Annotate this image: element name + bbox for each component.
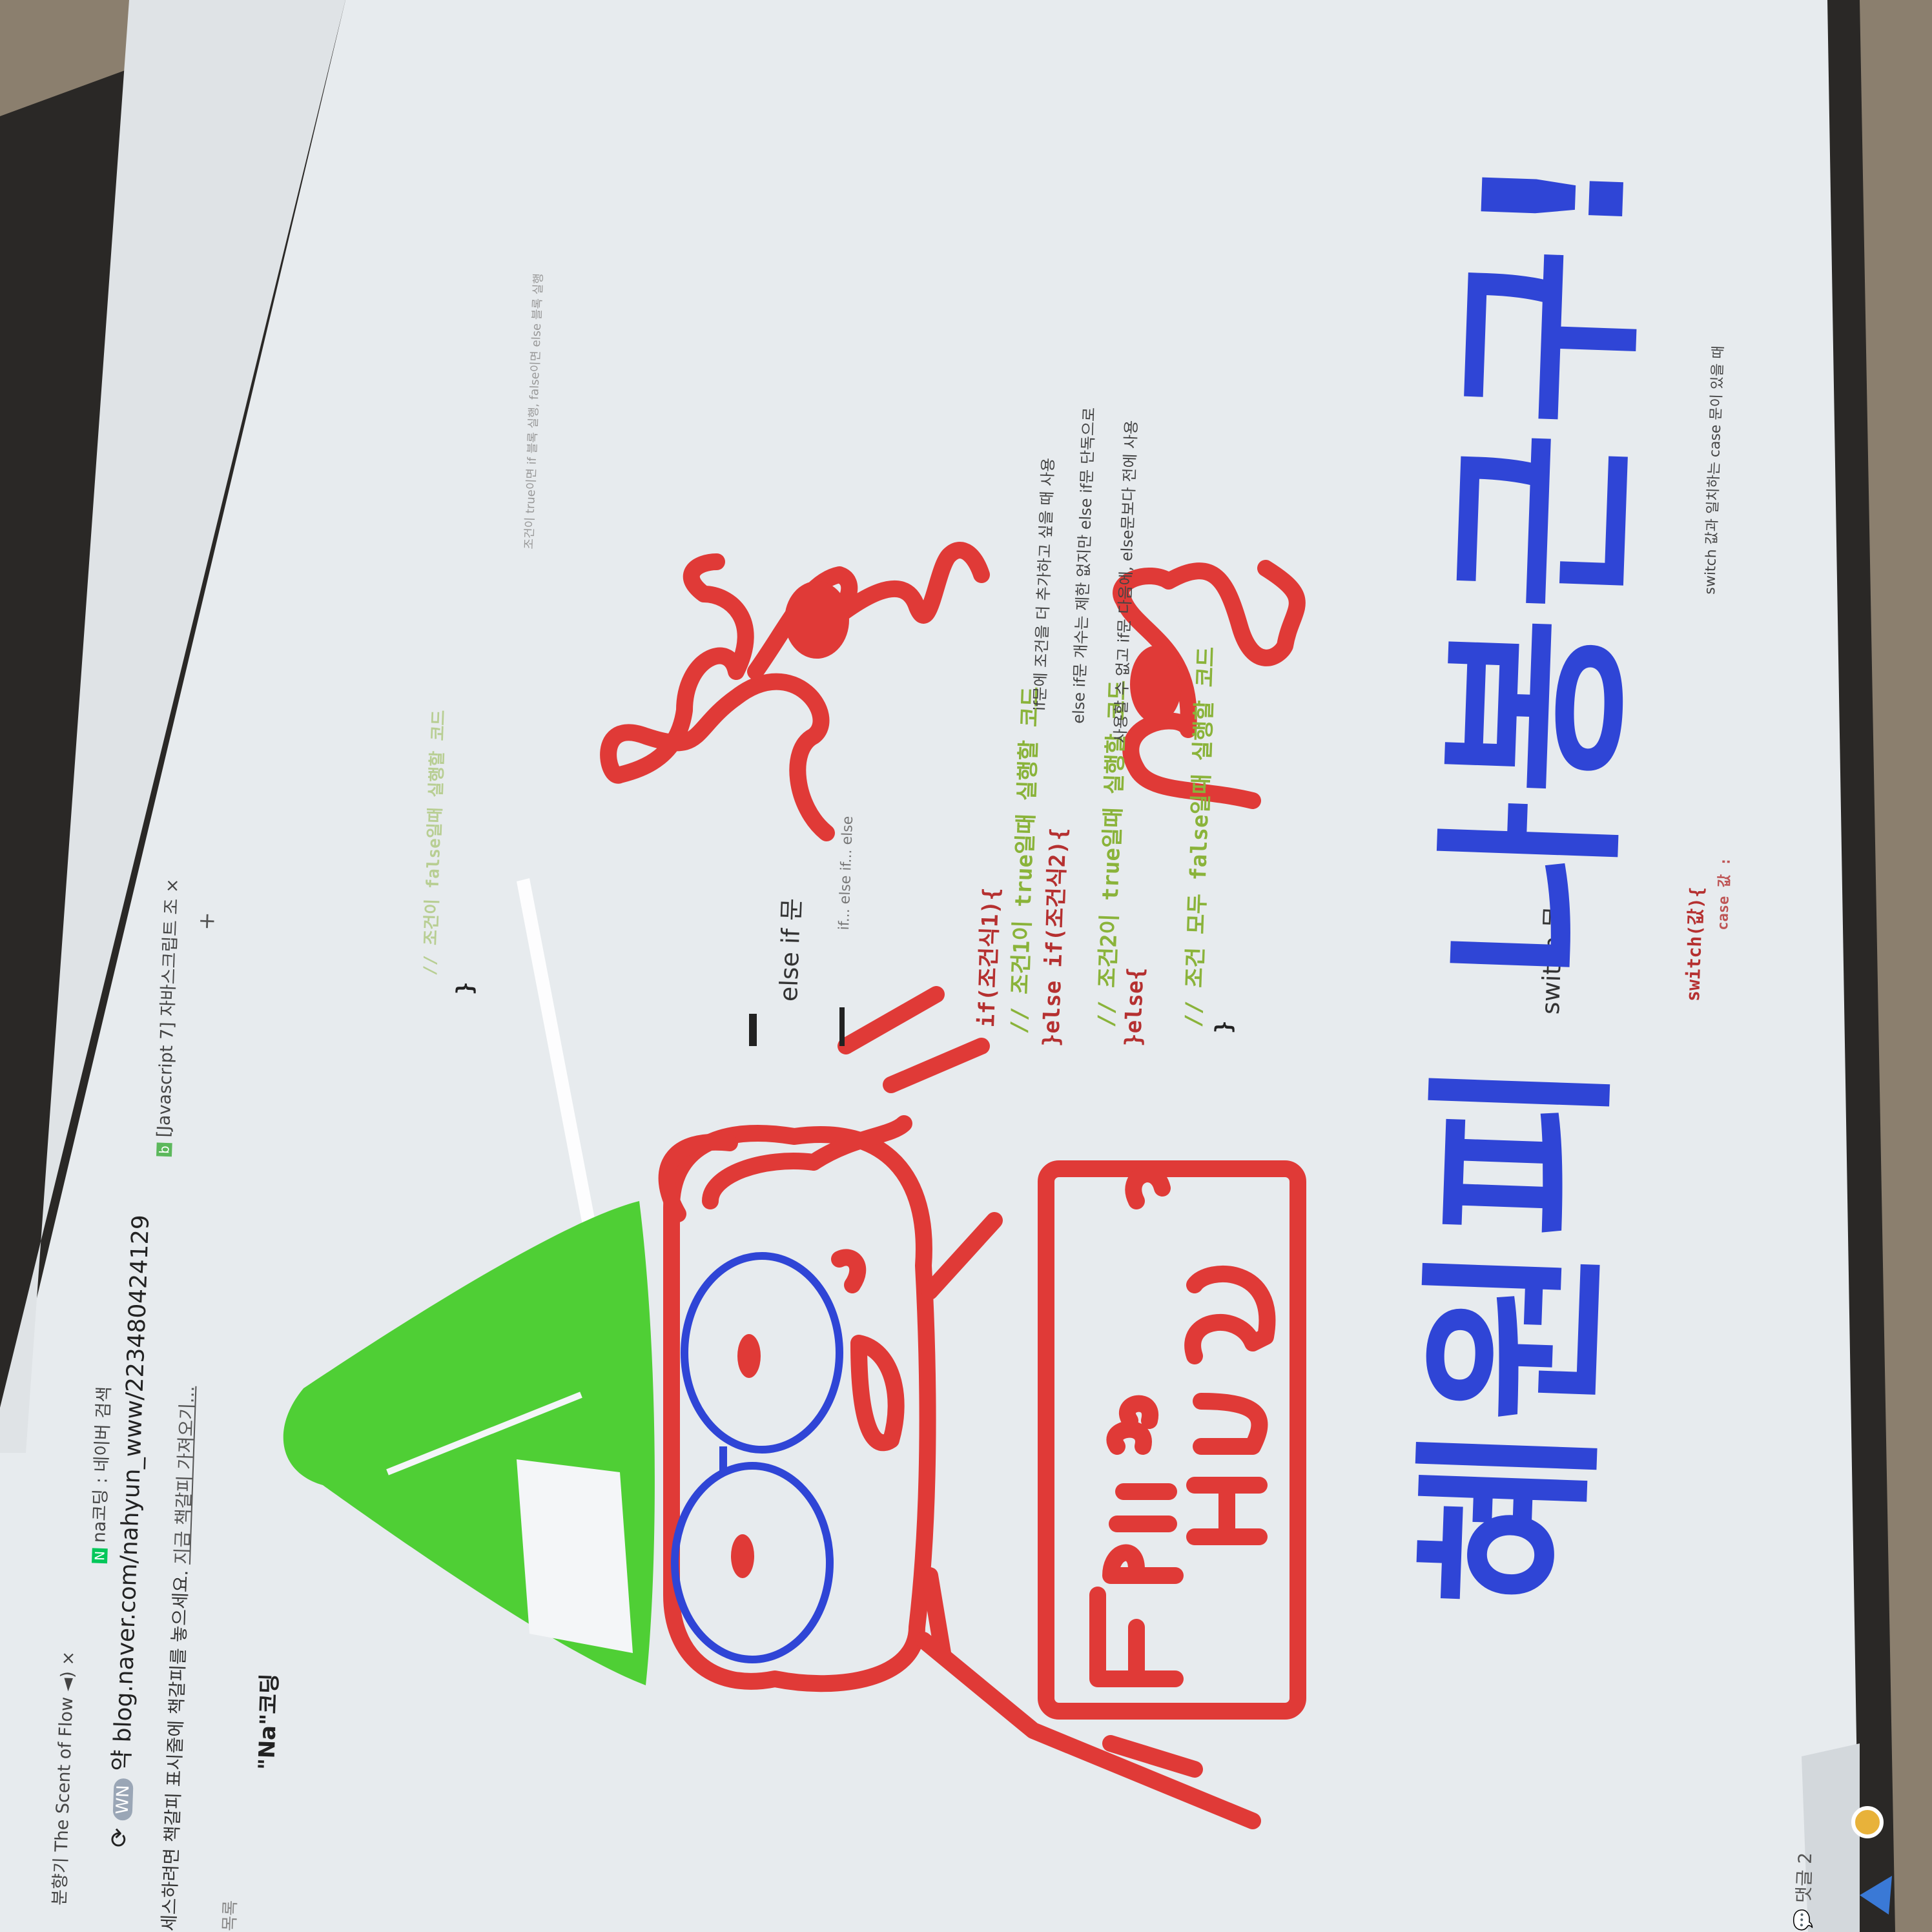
code-line-7: }	[1211, 1020, 1237, 1034]
tab-close-icon[interactable]: ×	[162, 878, 183, 894]
section-bar-2	[839, 1007, 845, 1046]
import-bookmarks-link[interactable]: 지금 책갈피 가져오기...	[171, 1386, 199, 1565]
new-tab-button[interactable]: +	[194, 912, 220, 931]
tab-blog-label: [Javascript 7] 자바스크립트 조	[154, 898, 182, 1138]
profile-badge[interactable]: WN	[112, 1778, 134, 1822]
naver-icon: N	[91, 1548, 108, 1564]
section-bar	[749, 1014, 757, 1046]
code-line-5: }else{	[1120, 967, 1149, 1047]
blog-icon: b	[156, 1142, 172, 1157]
tab-music[interactable]: 분향기 The Scent of Flow ◄) ×	[45, 1650, 79, 1906]
bookmark-bar: 세스하려면 책갈피 표시줄에 책갈피를 놓으세요. 지금 책갈피 가져오기...	[155, 1386, 200, 1932]
tab-close-icon[interactable]: ×	[58, 1650, 79, 1666]
switch-description: switch 값과 일치하는 case 문이 있을 때	[1701, 345, 1727, 595]
switch-case: case 값 :	[1714, 857, 1734, 931]
comments-link[interactable]: 💬 댓글 2	[1789, 1852, 1817, 1931]
explanation-1: if문에 조건을 더 추가하고 싶을 때 사용	[1030, 457, 1058, 712]
code-brace-top: }	[452, 981, 478, 996]
switch-code: switch(값){	[1681, 886, 1708, 1002]
elseif-syntax: if... else if... else	[836, 816, 857, 930]
tab-naver-label: na코딩 : 네이버 검색	[89, 1386, 115, 1543]
handwritten-headline: 혜원피 나봉근구!	[1393, 142, 1670, 1611]
tab-blog[interactable]: b [Javascript 7] 자바스크립트 조 ×	[149, 878, 183, 1157]
section-elseif-heading: else if 문	[774, 898, 807, 1002]
blog-title[interactable]: "Na"코딩	[249, 1673, 283, 1771]
faint-note: 조건이 true이면 if 블록 실행, false이면 else 블록 실행	[522, 272, 546, 550]
comment-icon: 💬	[1791, 1908, 1814, 1932]
speaker-icon: ◄)	[57, 1670, 78, 1692]
faint-code-line: // 조건이 false일때 실행할 코드	[420, 710, 449, 976]
tab-music-label: 분향기 The Scent of Flow	[49, 1696, 77, 1906]
explanation-3: 사용할 수 없고 if문 다음에, else문보다 전에 사용	[1111, 420, 1141, 744]
sidebar-label[interactable]: 목록	[216, 1900, 242, 1931]
code-line-6: // 조건 모두 false일때 실행할 코드	[1180, 646, 1220, 1028]
screen-text-layer: 분향기 The Scent of Flow ◄) × N na코딩 : 네이버 …	[0, 0, 1932, 1932]
reload-icon[interactable]: ⟳	[106, 1827, 133, 1848]
bookmark-hint: 세스하려면 책갈피 표시줄에 책갈피를 놓으세요.	[158, 1569, 192, 1932]
url-text[interactable]: blog.naver.com/nahyun_www/223480424129	[110, 1215, 155, 1743]
comments-count: 댓글 2	[1793, 1852, 1816, 1904]
code-line-3: }else if(조건식2){	[1038, 827, 1072, 1047]
explanation-2: else if문 개수는 제한 없지만 else if문 단독으로	[1069, 407, 1099, 724]
code-line-1: if(조건식1){	[973, 887, 1005, 1028]
url-prefix: 약	[108, 1749, 136, 1772]
